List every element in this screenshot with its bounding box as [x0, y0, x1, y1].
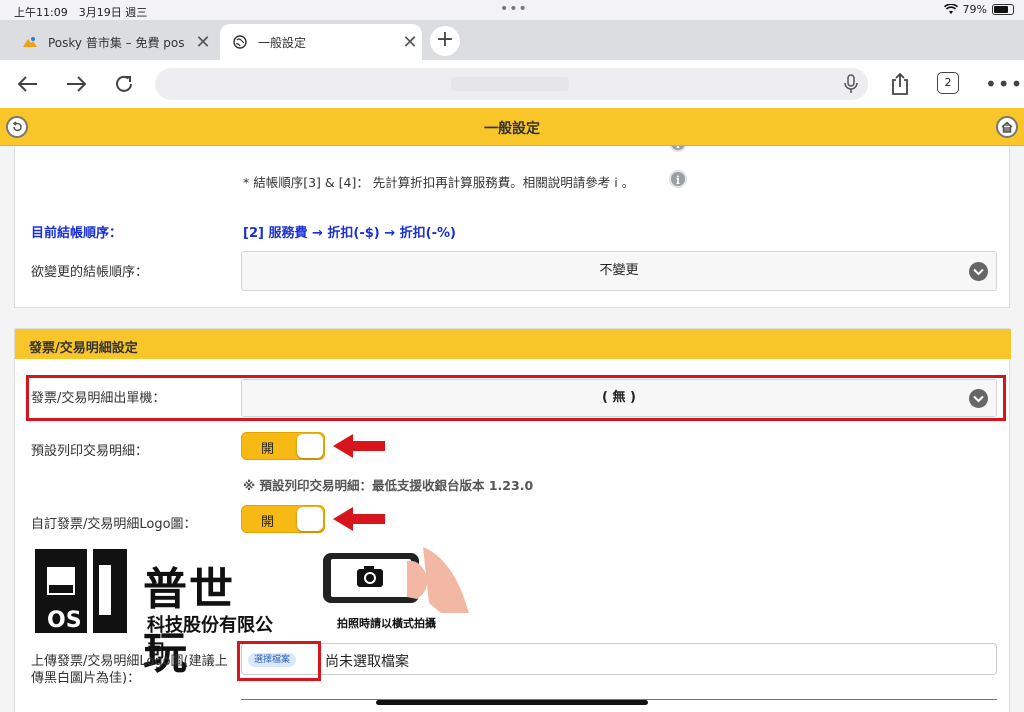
logo-upload-label: 上傳發票/交易明細Logo圖(建議上傳黑白圖片為佳)：: [31, 654, 228, 686]
battery-percent: 79%: [962, 3, 987, 16]
choose-file-highlight-box: [237, 641, 321, 681]
more-menu-icon[interactable]: •••: [985, 72, 1023, 96]
info-icon[interactable]: i: [669, 146, 687, 152]
forward-icon[interactable]: [62, 70, 90, 98]
svg-text:OS: OS: [47, 608, 82, 633]
company-logo-preview: OS 普世玩 科技股份有限公司: [33, 545, 273, 679]
logo-file-input[interactable]: 選擇檔案 尚未選取檔案: [241, 643, 997, 675]
custom-logo-toggle[interactable]: 開: [241, 505, 325, 533]
photo-tip-caption: 拍照時請以橫式拍攝: [337, 617, 436, 630]
close-tab-icon[interactable]: ✕: [191, 32, 215, 53]
pos-logo-icon: OS: [35, 549, 127, 633]
no-file-text: 尚未選取檔案: [325, 654, 409, 670]
checkout-order-note: * 結帳順序[3] & [4]： 先計算折扣再計算服務費。相關說明請參考 i 。: [243, 175, 635, 190]
change-order-select[interactable]: 不變更: [241, 251, 997, 291]
chevron-down-icon: [969, 389, 988, 408]
page-title: 一般設定: [484, 121, 540, 137]
chevron-down-icon: [969, 262, 988, 281]
home-indicator[interactable]: [376, 700, 648, 705]
invoice-printer-value: ( 無 ): [602, 390, 636, 405]
toggle-state: 開: [261, 515, 275, 530]
app-header: 一般設定: [0, 108, 1024, 146]
invoice-printer-label: 發票/交易明細出單機：: [31, 391, 166, 406]
wifi-icon: [943, 4, 958, 14]
home-icon[interactable]: [996, 116, 1018, 138]
red-arrow-icon: [333, 507, 385, 531]
multitask-dots-icon[interactable]: •••: [500, 1, 528, 17]
current-order-value: [2] 服務費 → 折扣(-$) → 折扣(-%): [243, 226, 456, 241]
tab-count-button[interactable]: 2: [937, 72, 959, 94]
tab-title: Posky 普市集 – 免費 pos: [48, 35, 185, 50]
close-tab-icon[interactable]: ✕: [398, 32, 422, 53]
landscape-photo-tip: 拍照時請以橫式拍攝: [323, 547, 473, 637]
tab-title: 一般設定: [258, 35, 307, 50]
share-icon[interactable]: [886, 70, 914, 98]
toggle-state: 開: [261, 442, 275, 457]
posky-favicon-icon: [22, 34, 38, 50]
new-tab-button[interactable]: +: [430, 26, 460, 56]
toggle-knob: [297, 434, 323, 458]
red-arrow-icon: [333, 434, 385, 458]
status-bar: 上午11:09 3月19日 週三 ••• 79%: [0, 0, 1024, 20]
default-print-toggle[interactable]: 開: [241, 432, 325, 460]
globe-favicon-icon: [232, 34, 248, 50]
info-icon[interactable]: i: [669, 170, 687, 188]
default-print-hint: ※ 預設列印交易明細：最低支援收銀台版本 1.23.0: [243, 478, 534, 493]
invoice-printer-select[interactable]: ( 無 ): [241, 379, 997, 417]
address-bar[interactable]: [155, 68, 868, 100]
phone-camera-icon: [323, 547, 469, 613]
change-order-value: 不變更: [599, 263, 639, 278]
custom-logo-label: 自訂發票/交易明細Logo圖：: [31, 517, 197, 532]
browser-toolbar: [0, 60, 1024, 108]
invoice-section-header: 發票/交易明細設定: [15, 329, 1011, 359]
battery-icon: [992, 4, 1014, 15]
browser-tab-posky[interactable]: Posky 普市集 – 免費 pos ✕: [10, 24, 215, 60]
url-text: [451, 77, 569, 91]
browser-tab-general-settings[interactable]: 一般設定 ✕: [220, 24, 422, 60]
reload-icon[interactable]: [110, 70, 138, 98]
change-order-label: 欲變更的結帳順序：: [31, 265, 149, 280]
status-right: 79%: [943, 3, 1014, 16]
status-time: 上午11:09 3月19日 週三: [14, 6, 148, 19]
default-print-label: 預設列印交易明細：: [31, 444, 149, 459]
tab-strip: Posky 普市集 – 免費 pos ✕ 一般設定 ✕: [0, 20, 1024, 60]
settings-content[interactable]: i * 結帳順序[3] & [4]： 先計算折扣再計算服務費。相關說明請參考 i…: [0, 146, 1024, 712]
checkout-order-card: i * 結帳順序[3] & [4]： 先計算折扣再計算服務費。相關說明請參考 i…: [14, 146, 1010, 308]
current-order-label: 目前結帳順序：: [31, 226, 123, 241]
toggle-knob: [297, 507, 323, 531]
back-icon[interactable]: [14, 70, 42, 98]
invoice-settings-card: 發票/交易明細設定 發票/交易明細出單機： ( 無 ) 預設列印交易明細： 開 …: [14, 328, 1011, 712]
microphone-icon[interactable]: [844, 74, 858, 94]
